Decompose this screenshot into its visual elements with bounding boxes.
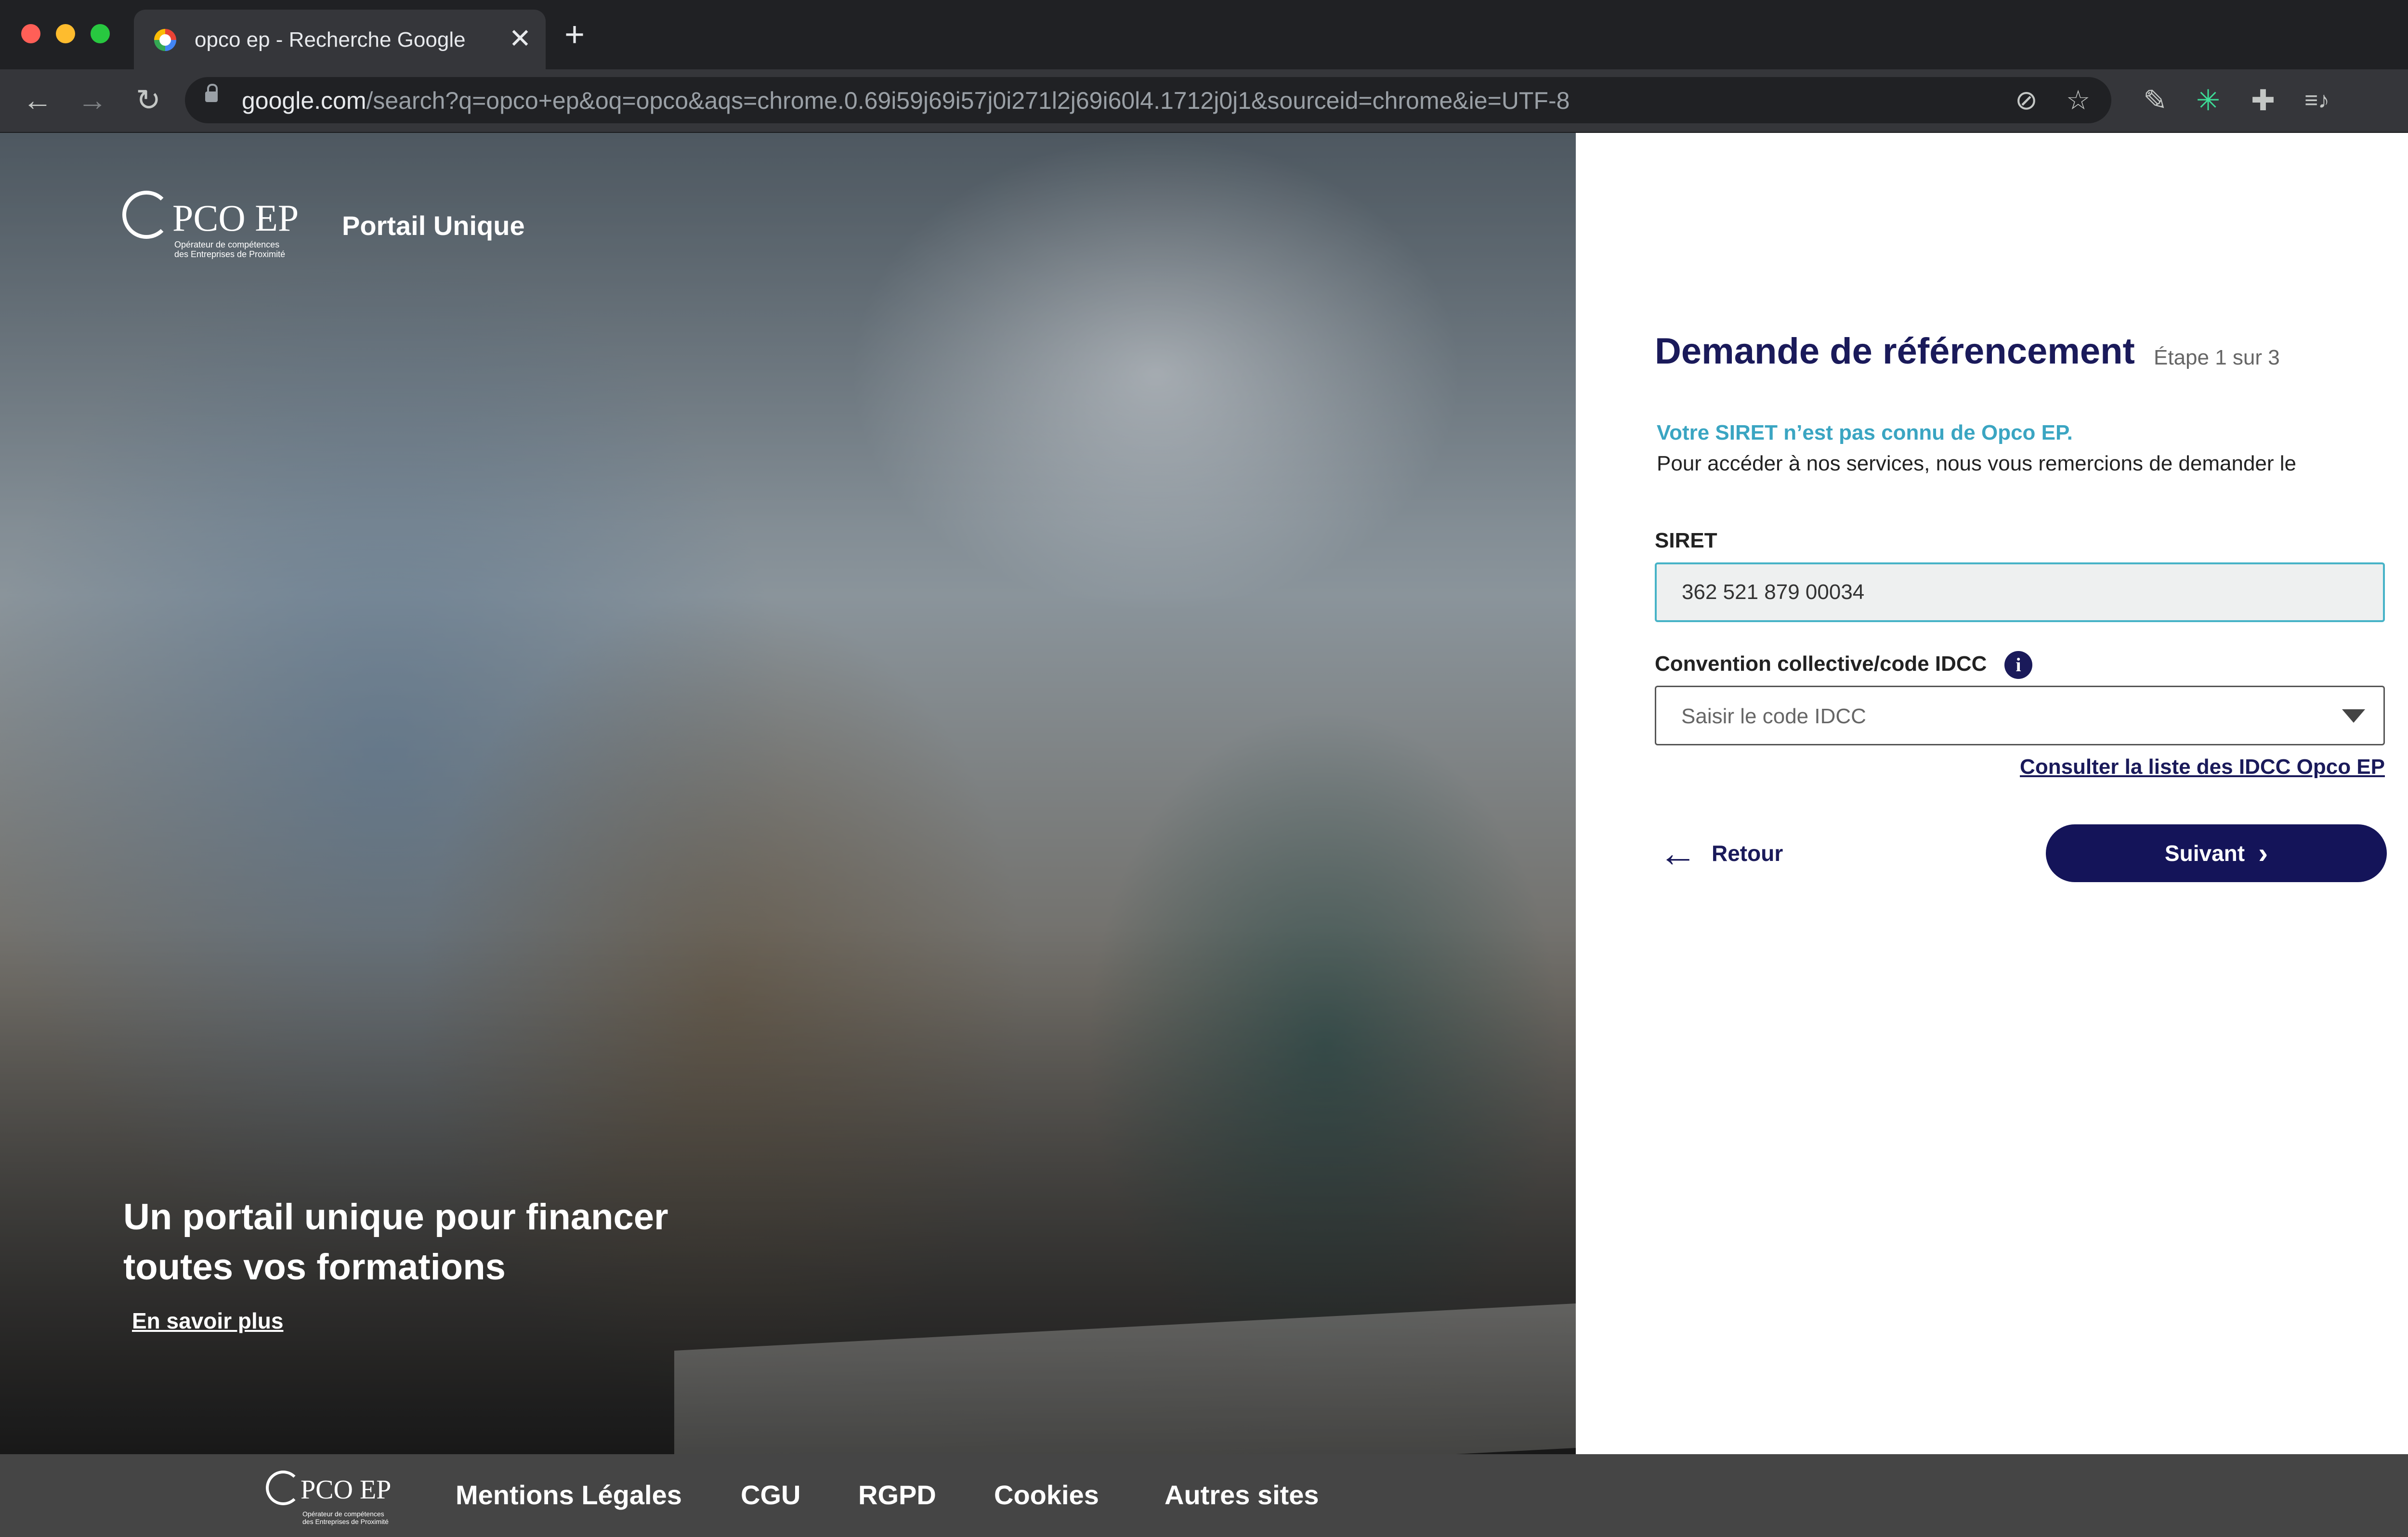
forward-icon[interactable]: → <box>73 84 112 117</box>
footer-logo-wordmark: PCO EP <box>301 1475 392 1505</box>
footer-link-rgpd[interactable]: RGPD <box>858 1479 936 1511</box>
page-title: Demande de référencement <box>1655 331 2135 372</box>
browser-toolbar: ← → ↻ google.com/search?q=opco+ep&oq=opc… <box>0 69 2408 133</box>
url-host: google.com <box>242 87 366 114</box>
footer-logo[interactable]: PCO EP Opérateur de compétences des Entr… <box>266 1469 410 1526</box>
footer-logo-tagline-2: des Entreprises de Proximité <box>302 1518 389 1525</box>
close-window-icon[interactable] <box>21 24 40 43</box>
extensions-puzzle-icon[interactable]: ✚ <box>2246 84 2280 117</box>
chevron-right-icon: › <box>2258 837 2268 869</box>
bookmark-star-icon[interactable]: ☆ <box>2066 86 2090 115</box>
back-button[interactable]: ← Retour <box>1659 834 1783 873</box>
next-button-label: Suivant <box>2164 841 2245 866</box>
minimize-window-icon[interactable] <box>56 24 75 43</box>
back-button-label: Retour <box>1712 841 1783 866</box>
back-icon[interactable]: ← <box>18 84 57 117</box>
footer-link-mentions-legales[interactable]: Mentions Légales <box>456 1479 682 1511</box>
address-bar[interactable]: google.com/search?q=opco+ep&oq=opco&aqs=… <box>185 77 2111 123</box>
idcc-select[interactable]: Saisir le code IDCC <box>1655 686 2385 745</box>
logo-ring-icon <box>122 191 170 239</box>
browser-tab-strip: opco ep - Recherche Google ✕ + ▾ <box>0 0 2408 69</box>
idcc-placeholder: Saisir le code IDCC <box>1681 704 1866 728</box>
logo-tagline-1: Opérateur de compétences <box>174 240 280 249</box>
siret-unknown-alert-body: Pour accéder à nos services, nous vous r… <box>1657 452 2297 475</box>
footer-link-cookies[interactable]: Cookies <box>994 1479 1099 1511</box>
footer-logo-ring-icon <box>266 1471 301 1505</box>
lock-icon[interactable] <box>205 84 218 102</box>
hero-image: PCO EP Opérateur de compétences des Entr… <box>0 133 1576 1454</box>
hero-headline: Un portail unique pour financer toutes v… <box>123 1192 846 1292</box>
portal-label: Portail Unique <box>342 210 525 241</box>
idcc-label: Convention collective/code IDCC <box>1655 652 1987 676</box>
opco-ep-logo[interactable]: PCO EP Opérateur de compétences des Entr… <box>122 188 325 270</box>
siret-input[interactable] <box>1655 562 2385 622</box>
idcc-list-link[interactable]: Consulter la liste des IDCC Opco EP <box>2020 755 2385 779</box>
media-control-icon[interactable]: ≡♪ <box>2300 84 2334 117</box>
hero-headline-line-1: Un portail unique pour financer <box>123 1197 668 1237</box>
pen-extension-icon[interactable]: ✎ <box>2138 84 2172 117</box>
logo-wordmark: PCO EP <box>172 197 299 239</box>
footer: PCO EP Opérateur de compétences des Entr… <box>0 1454 2408 1537</box>
green-extension-icon[interactable]: ✳ <box>2191 84 2225 117</box>
url-text[interactable]: google.com/search?q=opco+ep&oq=opco&aqs=… <box>242 87 1570 115</box>
tab-close-icon[interactable]: ✕ <box>506 23 535 54</box>
url-path: /search?q=opco+ep&oq=opco&aqs=chrome.0.6… <box>366 87 1570 114</box>
footer-link-autres-sites[interactable]: Autres sites <box>1165 1479 1319 1511</box>
browser-tab-active[interactable]: opco ep - Recherche Google ✕ <box>134 10 546 69</box>
footer-logo-tagline-1: Opérateur de compétences <box>302 1510 384 1518</box>
tab-title: opco ep - Recherche Google <box>195 28 466 52</box>
siret-unknown-alert-title: Votre SIRET n’est pas connu de Opco EP. <box>1657 421 2073 444</box>
google-favicon-icon <box>154 29 176 51</box>
footer-link-cgu[interactable]: CGU <box>741 1479 800 1511</box>
tracking-blocked-icon[interactable]: ⊘ <box>2015 86 2038 115</box>
learn-more-link[interactable]: En savoir plus <box>132 1308 283 1334</box>
arrow-left-icon: ← <box>1659 832 1697 874</box>
chevron-down-icon <box>2342 709 2365 723</box>
referencing-form-panel: Demande de référencement Étape 1 sur 3 V… <box>1576 133 2408 1454</box>
logo-tagline-2: des Entreprises de Proximité <box>174 249 286 259</box>
reload-icon[interactable]: ↻ <box>129 84 168 117</box>
next-button[interactable]: Suivant › <box>2046 824 2387 882</box>
hero-headline-line-2: toutes vos formations <box>123 1247 506 1288</box>
maximize-window-icon[interactable] <box>91 24 110 43</box>
step-indicator: Étape 1 sur 3 <box>2154 346 2280 369</box>
info-icon[interactable]: i <box>2004 651 2032 679</box>
siret-label: SIRET <box>1655 529 1717 552</box>
new-tab-button[interactable]: + <box>564 17 585 52</box>
